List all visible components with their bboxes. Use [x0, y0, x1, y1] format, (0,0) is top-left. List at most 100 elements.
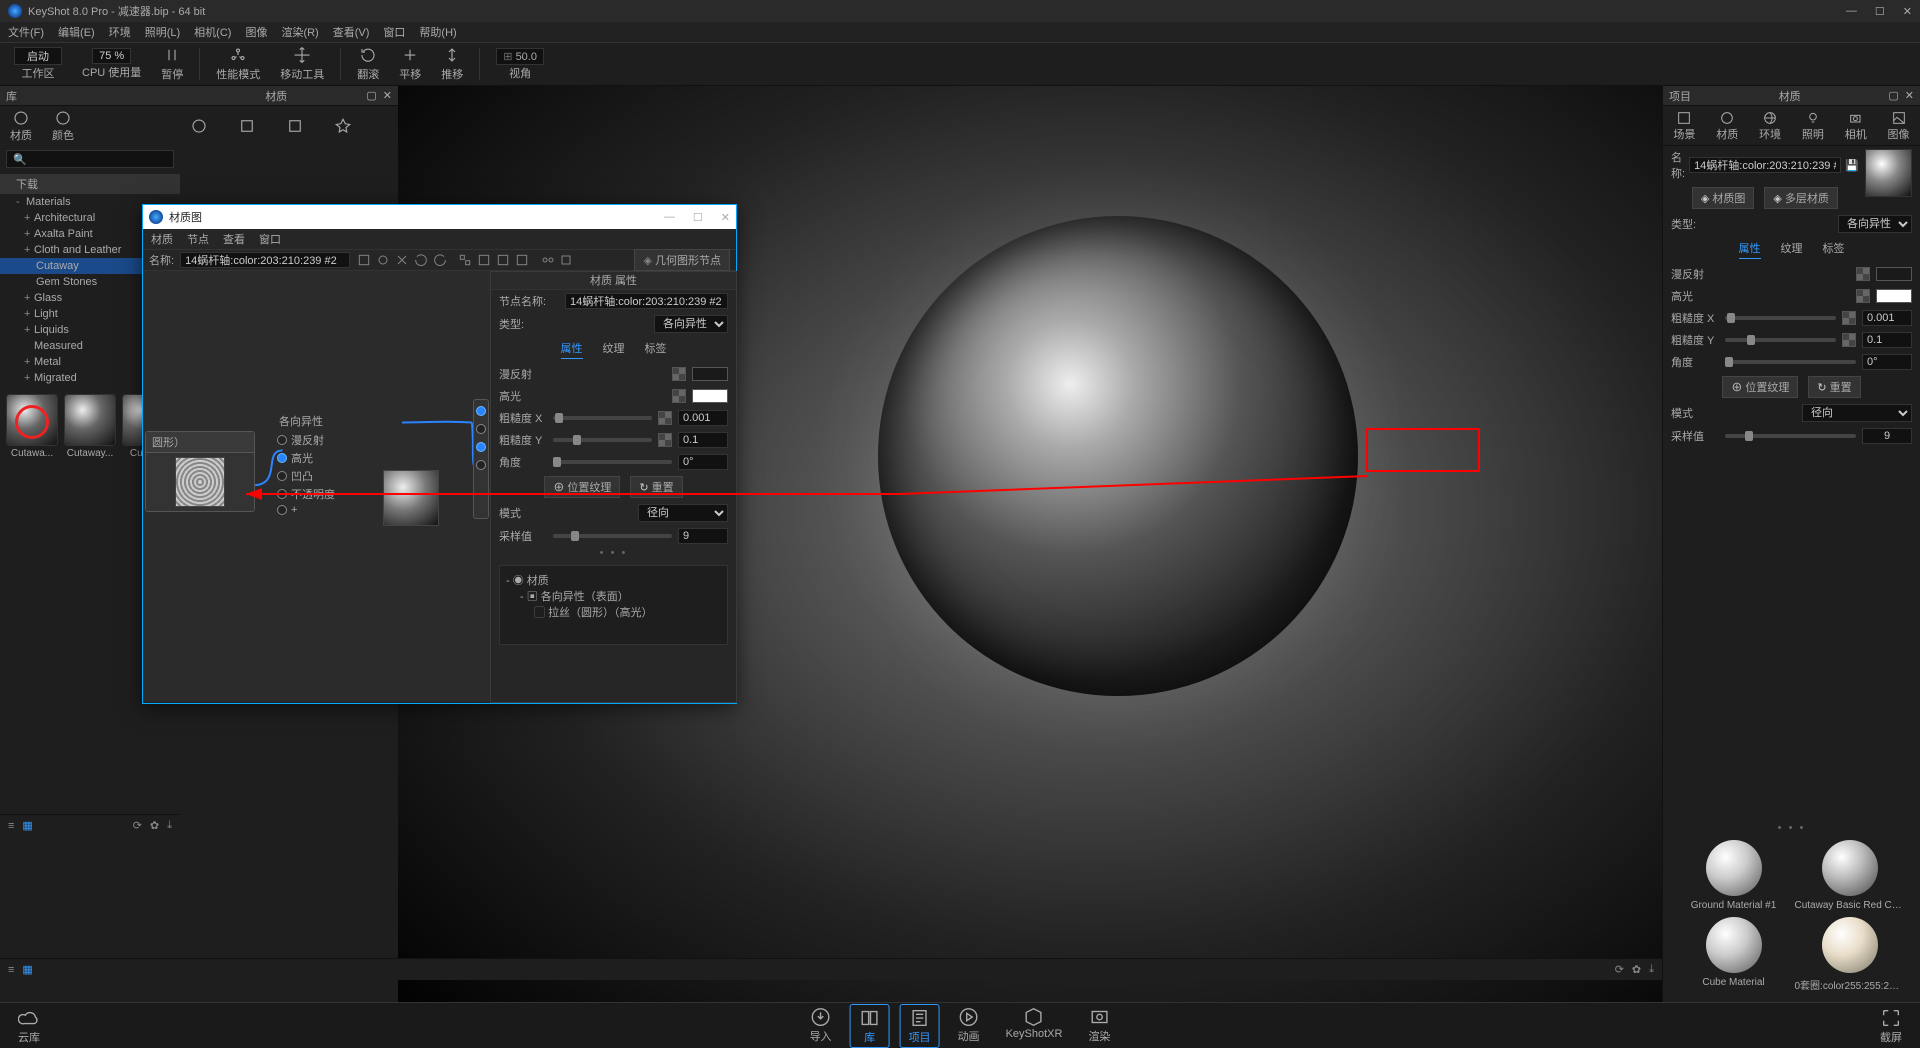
mat-subtab-1[interactable]	[190, 117, 208, 135]
matgraph-name-input[interactable]	[180, 252, 350, 268]
right-name-input[interactable]	[1689, 157, 1841, 173]
texture-button[interactable]	[1856, 267, 1870, 281]
r-rough-x-input[interactable]	[1862, 310, 1912, 326]
r-angle-input[interactable]	[1862, 354, 1912, 370]
status-icon[interactable]: ⟳	[1615, 963, 1624, 976]
samples-slider[interactable]	[553, 534, 672, 538]
library-button[interactable]: 库	[850, 1004, 890, 1048]
list-icon[interactable]: ≡	[8, 964, 14, 976]
perf-mode-button[interactable]: 性能模式	[208, 44, 268, 84]
maximize-button[interactable]: ☐	[1875, 5, 1885, 18]
samples-input[interactable]	[678, 528, 728, 544]
grid-view-icon[interactable]: ▦	[22, 819, 32, 832]
move-tool-button[interactable]: 移动工具	[272, 44, 332, 84]
animation-button[interactable]: 动画	[950, 1004, 988, 1048]
r-diffuse-color[interactable]	[1876, 267, 1912, 281]
multilayer-button[interactable]: ◈ 多层材质	[1764, 187, 1838, 209]
rough-x-slider[interactable]	[553, 416, 652, 420]
rtab-camera[interactable]: 相机	[1845, 110, 1867, 142]
menu-image[interactable]: 图像	[245, 24, 267, 40]
minimize-button[interactable]: —	[1846, 5, 1857, 18]
texture-button[interactable]	[658, 433, 672, 447]
list-view-icon[interactable]: ≡	[8, 820, 14, 832]
scene-material-thumb[interactable]: Cutaway Basic Red Caps	[1795, 840, 1905, 911]
r-rough-x-slider[interactable]	[1725, 316, 1836, 320]
specular-color[interactable]	[692, 389, 728, 403]
rtab-scene[interactable]: 场景	[1673, 110, 1695, 142]
maximize-button[interactable]: ☐	[693, 211, 703, 224]
port-add[interactable]: +	[291, 504, 297, 516]
rough-y-slider[interactable]	[553, 438, 652, 442]
close-button[interactable]: ✕	[1903, 5, 1912, 18]
menu-help[interactable]: 帮助(H)	[419, 24, 456, 40]
port-bump[interactable]: 凹凸	[291, 468, 313, 484]
dolly-button[interactable]: 推移	[433, 44, 471, 84]
close-icon[interactable]: ✕	[1905, 89, 1914, 102]
right-type-select[interactable]: 各向异性	[1838, 215, 1912, 233]
r-rough-y-slider[interactable]	[1725, 338, 1836, 342]
tool-icon[interactable]	[413, 252, 429, 268]
undock-icon[interactable]: ▢	[366, 89, 376, 102]
texture-button[interactable]	[1842, 311, 1856, 325]
cloud-library-button[interactable]: 云库	[10, 1005, 48, 1047]
rtab-material[interactable]: 材质	[1716, 110, 1738, 142]
material-layer-tree[interactable]: - ◉ 材质 - ▣ 各向异性（表面） ▢ 拉丝（圆形）（高光）	[499, 565, 728, 645]
tool-icon[interactable]	[432, 252, 448, 268]
menu-lighting[interactable]: 照明(L)	[145, 24, 180, 40]
menu-camera[interactable]: 相机(C)	[194, 24, 231, 40]
matgraph-menu-node[interactable]: 节点	[187, 231, 209, 247]
mat-subtab-3[interactable]	[286, 117, 304, 135]
library-tab-materials[interactable]: 材质	[10, 109, 32, 143]
project-button[interactable]: 项目	[900, 1004, 940, 1048]
minimize-button[interactable]: —	[664, 211, 675, 224]
type-select[interactable]: 各向异性	[654, 315, 728, 333]
texture-button[interactable]	[1856, 289, 1870, 303]
geometry-nodes-button[interactable]: ◈ 几何图形节点	[634, 249, 730, 271]
r-rough-y-input[interactable]	[1862, 332, 1912, 348]
rough-y-input[interactable]	[678, 432, 728, 448]
save-icon[interactable]: 💾	[1845, 159, 1859, 172]
texture-button[interactable]	[1842, 333, 1856, 347]
port-opacity[interactable]: 不透明度	[291, 486, 335, 502]
rtab-lighting[interactable]: 照明	[1802, 110, 1824, 142]
menu-view[interactable]: 查看(V)	[333, 24, 370, 40]
r-samples-input[interactable]	[1862, 428, 1912, 444]
menu-window[interactable]: 窗口	[383, 24, 405, 40]
tool-icon[interactable]	[394, 252, 410, 268]
props-tab-properties[interactable]: 属性	[561, 340, 583, 359]
rprops-tab-properties[interactable]: 属性	[1739, 240, 1761, 259]
material-thumb[interactable]: Cutaway...	[64, 394, 116, 459]
import-icon[interactable]: ⤓	[167, 819, 172, 832]
mode-select[interactable]: 径向	[638, 504, 728, 522]
node-output[interactable]	[473, 399, 489, 519]
rprops-tab-textures[interactable]: 纹理	[1781, 240, 1803, 259]
scene-material-thumb[interactable]: Ground Material #1	[1679, 840, 1789, 911]
r-mode-select[interactable]: 径向	[1802, 404, 1912, 422]
undock-icon[interactable]: ▢	[1888, 89, 1898, 102]
node-brushed-circular[interactable]: 圆形）	[145, 431, 255, 512]
pause-button[interactable]: 暂停	[153, 44, 191, 84]
tool-icon[interactable]	[476, 252, 492, 268]
menu-render[interactable]: 渲染(R)	[281, 24, 318, 40]
scene-material-thumb[interactable]: 0套圈:color255:255:255...	[1795, 917, 1905, 992]
reset-button[interactable]: ↻ 重置	[630, 476, 682, 498]
r-specular-color[interactable]	[1876, 289, 1912, 303]
port-diffuse[interactable]: 漫反射	[291, 432, 324, 448]
node-name-input[interactable]	[565, 293, 728, 309]
menu-environment[interactable]: 环境	[109, 24, 131, 40]
texture-button[interactable]	[658, 411, 672, 425]
keyshotxr-button[interactable]: KeyShotXR	[998, 1004, 1071, 1048]
rtab-image[interactable]: 图像	[1888, 110, 1910, 142]
library-tab-colors[interactable]: 颜色	[52, 109, 74, 143]
r-angle-slider[interactable]	[1725, 360, 1856, 364]
tool-icon[interactable]	[514, 252, 530, 268]
render-button[interactable]: 渲染	[1080, 1004, 1118, 1048]
material-thumb[interactable]: Cutawa...	[6, 394, 58, 459]
node-preview[interactable]	[379, 466, 443, 530]
resize-handle[interactable]: • • •	[491, 547, 736, 557]
fov-control[interactable]: ⊞ 50.0 视角	[488, 46, 552, 83]
texture-button[interactable]	[672, 389, 686, 403]
tree-download[interactable]: 下载	[0, 174, 180, 194]
r-reset-button[interactable]: ↻ 重置	[1808, 376, 1860, 398]
tumble-button[interactable]: 翻滚	[349, 44, 387, 84]
